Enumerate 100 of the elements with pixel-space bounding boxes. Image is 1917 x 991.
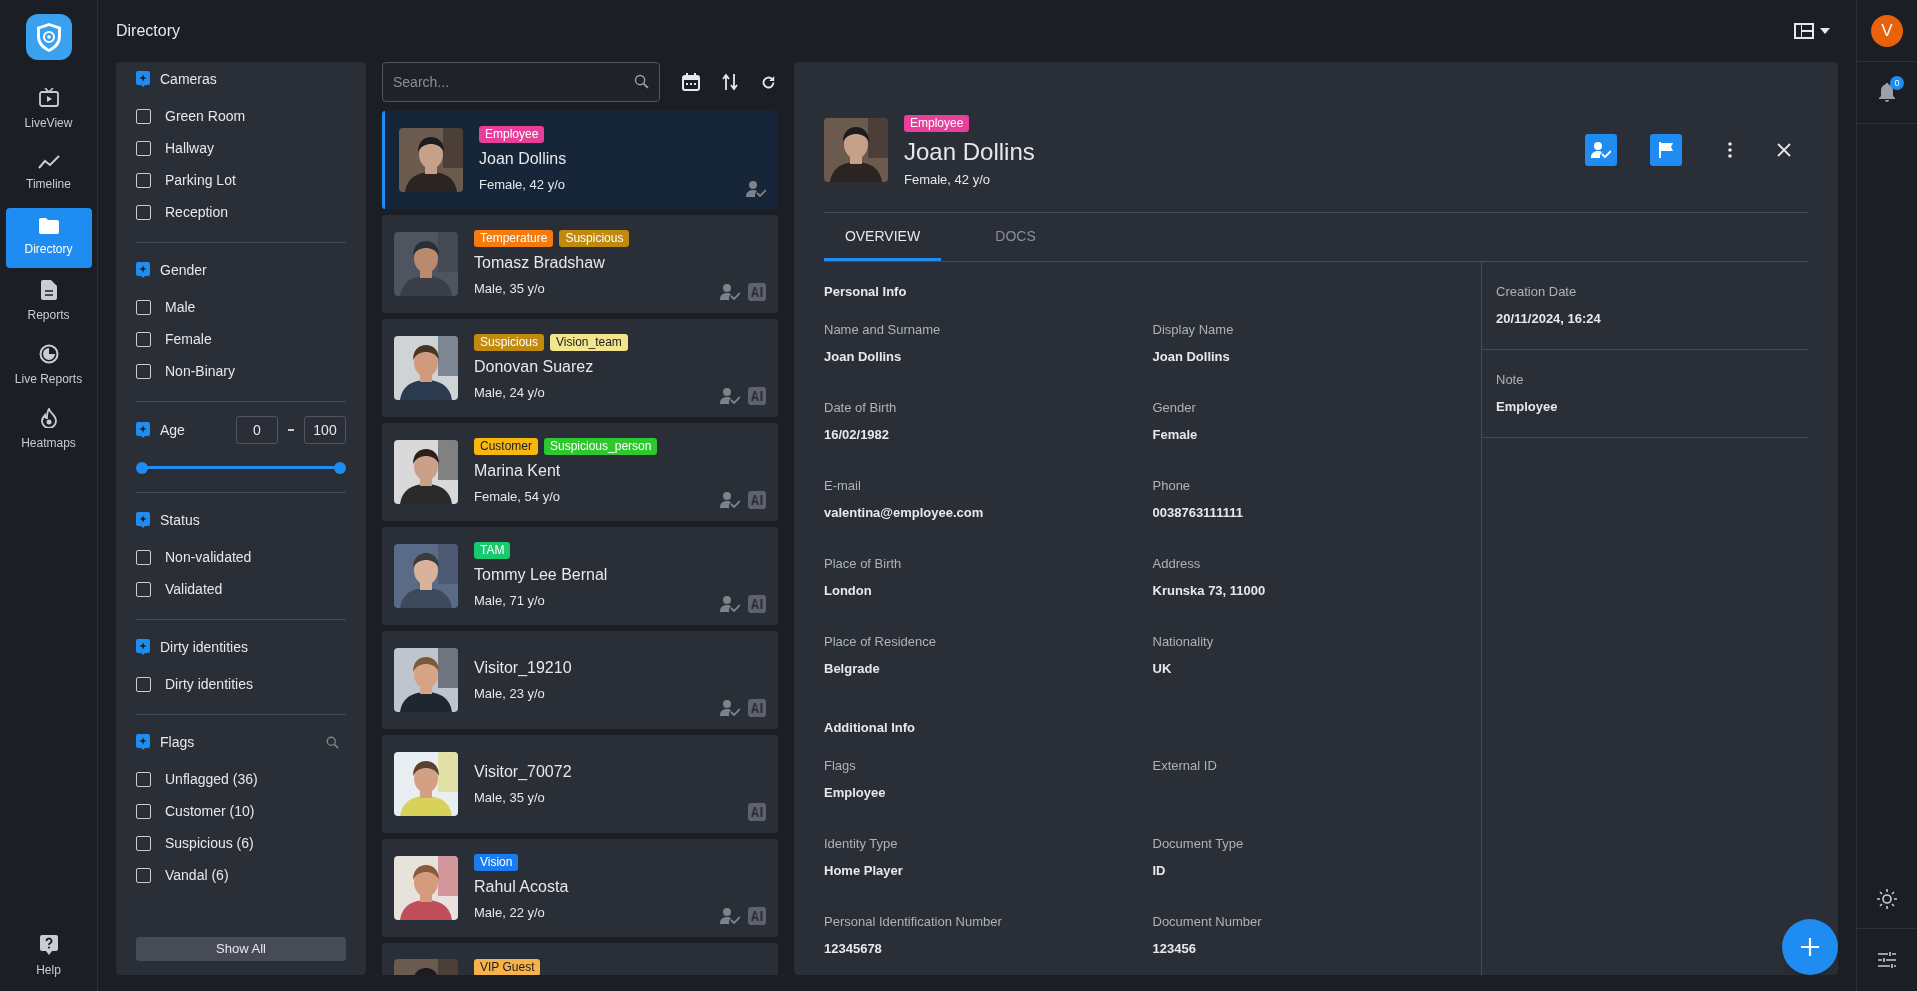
checkbox[interactable] xyxy=(136,771,151,787)
checkbox[interactable] xyxy=(136,299,151,315)
help-button[interactable]: Help xyxy=(36,935,61,979)
nav-item[interactable]: Reports xyxy=(5,272,92,332)
tv-icon xyxy=(38,88,59,108)
checkbox[interactable] xyxy=(136,803,151,819)
field-label: Gender xyxy=(1152,398,1197,417)
person-details: Female, 42 y/o xyxy=(479,175,566,194)
nav-item[interactable]: Live Reports xyxy=(5,336,92,396)
section-title: Status xyxy=(160,510,200,530)
notification-count: 0 xyxy=(1890,75,1904,90)
field-label: Name and Surname xyxy=(824,320,942,339)
tag: Suspicious xyxy=(559,229,630,247)
section-title: Dirty identities xyxy=(160,637,248,657)
tab[interactable]: DOCS xyxy=(957,212,1074,261)
checkbox[interactable] xyxy=(136,835,151,851)
more-icon xyxy=(1728,141,1732,158)
checkbox[interactable] xyxy=(136,549,151,565)
section-heading: Additional Info xyxy=(824,718,916,736)
section-title: Age xyxy=(160,420,185,440)
search-field[interactable]: Search... xyxy=(382,62,660,102)
person-card[interactable]: Temperature Suspicious Tomasz Bradshaw Male, 35 y/o xyxy=(382,215,778,313)
field-label: Date of Birth xyxy=(824,398,898,417)
tag: Suspicious xyxy=(474,333,545,351)
section-title: Cameras xyxy=(160,69,217,89)
person-card[interactable]: Customer Suspicious_person Marina Kent Female, 54 y/o xyxy=(382,423,778,521)
folder-icon xyxy=(38,218,59,234)
person-card[interactable]: Vision Rahul Acosta Male, 22 y/o xyxy=(382,839,778,937)
nav-item[interactable]: Timeline xyxy=(5,144,92,204)
person-card[interactable]: Suspicious Vision_team Donovan Suarez Male, 24 y/o xyxy=(382,319,778,417)
sort-icon xyxy=(722,73,738,91)
checkbox-label: Non-Binary xyxy=(165,361,236,381)
nav-item[interactable]: LiveView xyxy=(5,80,92,140)
slider-thumb[interactable] xyxy=(136,462,148,474)
checkbox[interactable] xyxy=(136,363,151,379)
person-card[interactable]: VIP Guest xyxy=(382,943,778,975)
field-value: 123456 xyxy=(1152,940,1197,958)
field-label: Identity Type xyxy=(824,834,899,853)
person-card[interactable]: Visitor_70072 Male, 35 y/o xyxy=(382,735,778,833)
checkbox[interactable] xyxy=(136,581,151,597)
field-value: 20/11/2024, 16:24 xyxy=(1496,310,1602,328)
tag: VIP Guest xyxy=(474,959,541,975)
nav-item[interactable]: Heatmaps xyxy=(5,400,92,460)
field-value: 0038763111111 xyxy=(1152,504,1244,522)
flame-icon xyxy=(39,408,58,428)
checkbox[interactable] xyxy=(136,108,151,124)
person-details: Male, 23 y/o xyxy=(474,685,546,704)
person-details: Male, 71 y/o xyxy=(474,591,546,610)
person-name: Tommy Lee Bernal xyxy=(474,564,609,585)
layout-menu-button[interactable] xyxy=(1794,23,1830,39)
help-icon xyxy=(39,935,58,955)
person-check-icon xyxy=(1591,141,1611,158)
field-value: Krunska 73, 11000 xyxy=(1152,582,1267,600)
tab[interactable]: OVERVIEW xyxy=(824,212,941,261)
validate-button[interactable] xyxy=(1585,133,1617,166)
checkbox[interactable] xyxy=(136,331,151,347)
person-card[interactable]: Employee Joan Dollins Female, 42 y/o xyxy=(382,111,778,209)
flag-button[interactable] xyxy=(1650,133,1682,166)
field-value: valentina@employee.com xyxy=(824,504,985,522)
field-value: Female xyxy=(1152,426,1199,444)
search-icon[interactable] xyxy=(325,734,340,750)
checkbox-label: Male xyxy=(165,297,196,317)
field-value: London xyxy=(824,582,873,600)
field-value: Joan Dollins xyxy=(1152,348,1231,366)
checkbox-label: Green Room xyxy=(165,106,246,126)
field-value: Employee xyxy=(1496,398,1559,416)
checkbox[interactable] xyxy=(136,676,151,692)
slider-thumb[interactable] xyxy=(334,462,346,474)
document-icon xyxy=(40,280,57,300)
max-age-field[interactable]: 100 xyxy=(304,416,346,444)
person-card[interactable]: Visitor_19210 Male, 23 y/o xyxy=(382,631,778,729)
plus-badge-icon xyxy=(136,512,150,528)
field-label: Document Type xyxy=(1152,834,1245,853)
checkbox-label: Customer (10) xyxy=(165,801,255,821)
field-value: 16/02/1982 xyxy=(824,426,891,444)
tag: Suspicious_person xyxy=(544,437,658,455)
search-icon xyxy=(633,73,650,90)
field-label: Address xyxy=(1152,554,1202,573)
checkbox[interactable] xyxy=(136,140,151,156)
checkbox[interactable] xyxy=(136,172,151,188)
tag: Customer xyxy=(474,437,538,455)
checkbox-label: Validated xyxy=(165,579,223,599)
plus-badge-icon xyxy=(136,639,150,655)
age-slider[interactable] xyxy=(136,462,346,474)
checkbox[interactable] xyxy=(136,867,151,883)
checkbox[interactable] xyxy=(136,204,151,220)
sun-icon xyxy=(1877,888,1897,909)
tag: Vision_team xyxy=(550,333,628,351)
show-all-button[interactable]: Show All xyxy=(136,937,346,961)
field-label: Phone xyxy=(1152,476,1192,495)
min-age-field[interactable]: 0 xyxy=(236,416,278,444)
field-label: Personal Identification Number xyxy=(824,912,1003,931)
bell-icon xyxy=(1878,82,1896,103)
person-card[interactable]: TAM Tommy Lee Bernal Male, 71 y/o xyxy=(382,527,778,625)
person-name: Visitor_19210 xyxy=(474,658,573,679)
trend-line-icon xyxy=(37,155,60,169)
field-value: UK xyxy=(1152,660,1173,678)
sliders-icon xyxy=(1878,952,1896,968)
add-button[interactable] xyxy=(1782,919,1838,975)
person-name: Joan Dollins xyxy=(479,148,568,169)
